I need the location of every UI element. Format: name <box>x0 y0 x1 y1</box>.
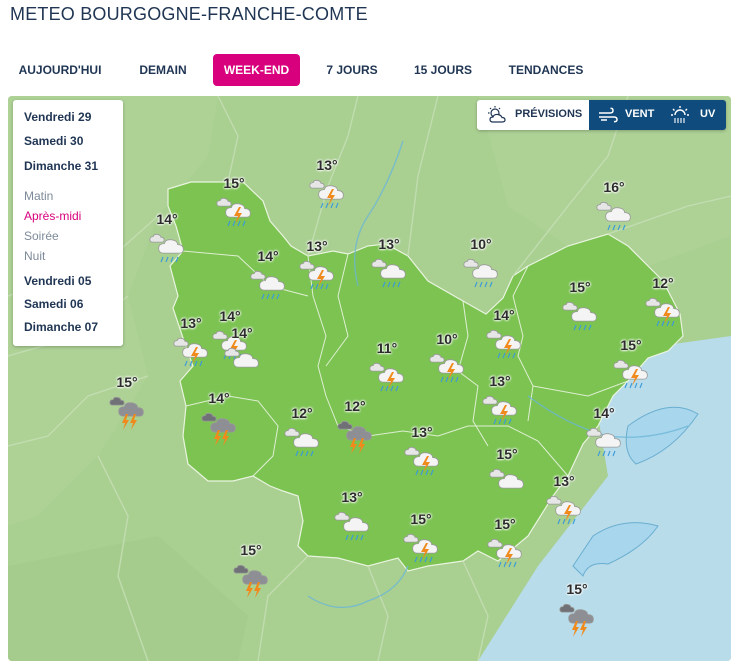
uv-label: UV <box>700 108 716 120</box>
day-vendredi-05[interactable]: Vendredi 05 <box>24 274 91 288</box>
tab-7-jours[interactable]: 7 JOURS <box>315 54 389 86</box>
forecast-marker[interactable]: 13° <box>534 473 594 535</box>
temperature-label: 15° <box>494 516 516 532</box>
temperature-label: 14° <box>593 405 615 421</box>
forecast-marker[interactable]: 12° <box>633 275 693 337</box>
tab-aujourdhui[interactable]: AUJOURD'HUI <box>7 54 113 86</box>
forecast-marker[interactable]: 11° <box>357 340 417 402</box>
temperature-label: 13° <box>316 157 338 173</box>
forecast-marker[interactable]: 13° <box>359 236 419 298</box>
forecast-marker[interactable]: 15° <box>221 542 281 604</box>
temperature-label: 10° <box>436 331 458 347</box>
forecast-marker[interactable]: 15° <box>550 279 610 341</box>
forecast-marker[interactable]: 15° <box>204 175 264 237</box>
forecast-tabs: AUJOURD'HUI DEMAIN WEEK-END 7 JOURS 15 J… <box>0 54 740 86</box>
forecast-marker[interactable]: 14° <box>474 307 534 369</box>
forecast-marker[interactable]: 15° <box>97 374 157 436</box>
temperature-label: 15° <box>569 279 591 295</box>
map-layer-toggle: PRÉVISIONS VENT UV <box>477 100 726 130</box>
forecast-marker[interactable]: 13° <box>297 157 357 219</box>
forecast-marker[interactable]: 15° <box>475 516 535 578</box>
temperature-label: 15° <box>410 511 432 527</box>
day-dimanche-31[interactable]: Dimanche 31 <box>24 159 98 173</box>
temperature-label: 13° <box>553 473 575 489</box>
forecast-marker[interactable]: 14° <box>189 390 249 452</box>
forecast-marker[interactable]: 15° <box>547 581 607 643</box>
vent-label: VENT <box>625 108 655 120</box>
temperature-label: 15° <box>566 581 588 597</box>
forecast-marker[interactable]: 14° <box>574 405 634 467</box>
temperature-label: 12° <box>344 398 366 414</box>
uv-layer-button[interactable]: UV <box>664 100 726 130</box>
temperature-label: 15° <box>240 542 262 558</box>
previsions-label: PRÉVISIONS <box>515 108 583 120</box>
temperature-label: 13° <box>341 489 363 505</box>
temperature-label: 15° <box>223 175 245 191</box>
forecast-marker[interactable]: 15° <box>477 446 537 508</box>
period-soiree[interactable]: Soirée <box>24 229 59 243</box>
temperature-label: 14° <box>208 390 230 406</box>
temperature-label: 15° <box>116 374 138 390</box>
forecast-marker[interactable]: 15° <box>601 337 661 399</box>
period-apres-midi[interactable]: Après-midi <box>24 209 81 223</box>
period-nuit[interactable]: Nuit <box>24 249 45 263</box>
forecast-marker[interactable]: 10° <box>417 331 477 393</box>
page-title: METEO BOURGOGNE-FRANCHE-COMTE <box>10 4 368 24</box>
temperature-label: 16° <box>603 179 625 195</box>
partly-cloudy-icon <box>488 106 506 123</box>
tab-week-end[interactable]: WEEK-END <box>213 54 300 86</box>
vent-layer-button[interactable]: VENT <box>589 100 664 130</box>
temperature-label: 10° <box>470 236 492 252</box>
temperature-label: 15° <box>620 337 642 353</box>
period-matin[interactable]: Matin <box>24 189 53 203</box>
temperature-label: 11° <box>376 340 398 356</box>
day-samedi-06[interactable]: Samedi 06 <box>24 297 83 311</box>
day-samedi-30[interactable]: Samedi 30 <box>24 134 83 148</box>
forecast-marker[interactable]: 14° <box>212 325 272 387</box>
forecast-marker[interactable]: 13° <box>322 489 382 551</box>
day-dimanche-07[interactable]: Dimanche 07 <box>24 320 98 334</box>
temperature-label: 14° <box>493 307 515 323</box>
tab-tendances[interactable]: TENDANCES <box>497 54 595 86</box>
uv-sun-icon <box>671 106 689 123</box>
temperature-label: 15° <box>496 446 518 462</box>
forecast-marker[interactable]: 14° <box>137 211 197 273</box>
wind-icon <box>599 107 618 123</box>
tab-15-jours[interactable]: 15 JOURS <box>403 54 483 86</box>
forecast-marker[interactable]: 12° <box>272 405 332 467</box>
temperature-label: 13° <box>306 238 328 254</box>
forecast-marker[interactable]: 12° <box>325 398 385 460</box>
temperature-label: 13° <box>411 424 433 440</box>
temperature-label: 12° <box>652 275 674 291</box>
temperature-label: 14° <box>156 211 178 227</box>
day-vendredi-29[interactable]: Vendredi 29 <box>24 110 91 124</box>
forecast-marker[interactable]: 13° <box>287 238 347 300</box>
temperature-label: 13° <box>489 373 511 389</box>
previsions-layer-button[interactable]: PRÉVISIONS <box>477 100 589 130</box>
tab-demain[interactable]: DEMAIN <box>127 54 199 86</box>
temperature-label: 12° <box>291 405 313 421</box>
day-period-selector: Vendredi 29 Samedi 30 Dimanche 31 Matin … <box>13 100 123 346</box>
forecast-marker[interactable]: 10° <box>451 236 511 298</box>
forecast-marker[interactable]: 15° <box>391 511 451 573</box>
forecast-marker[interactable]: 16° <box>584 179 644 241</box>
temperature-label: 14° <box>231 325 253 341</box>
forecast-marker[interactable]: 13° <box>392 424 452 486</box>
temperature-label: 13° <box>378 236 400 252</box>
forecast-marker[interactable]: 13° <box>470 373 530 435</box>
